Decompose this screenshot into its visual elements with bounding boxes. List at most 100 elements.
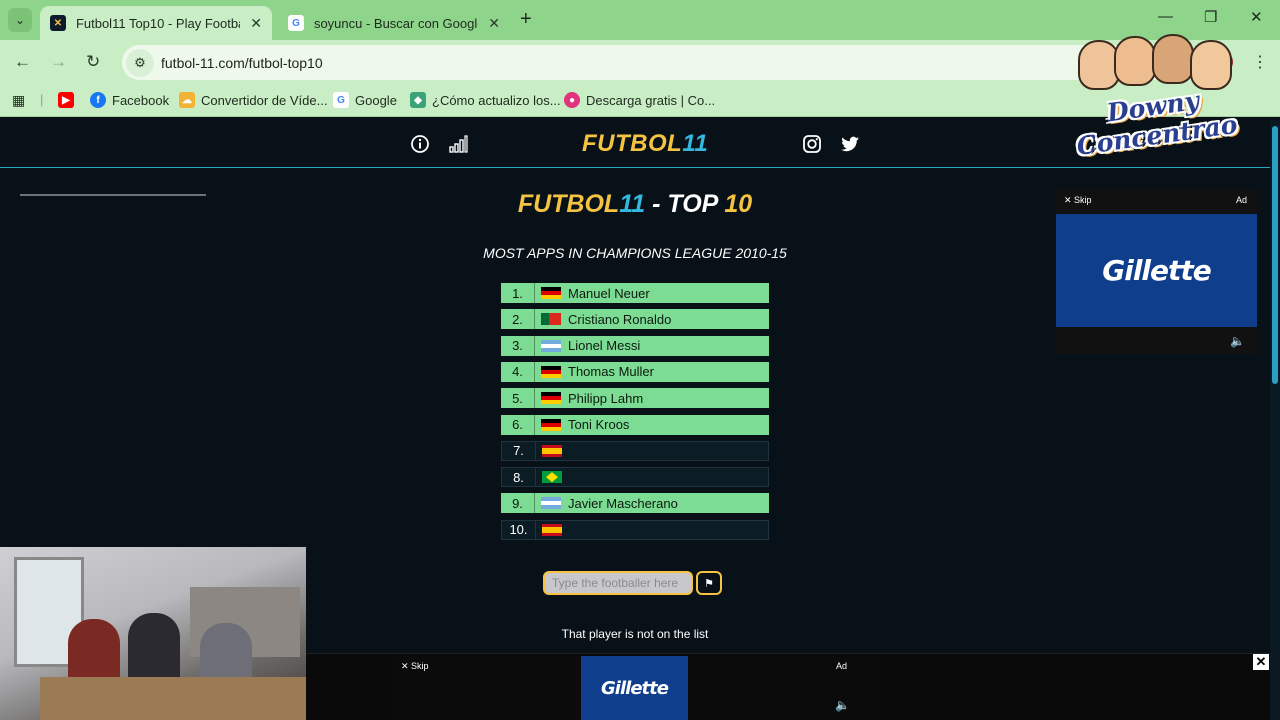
ad-skip-button[interactable]: ✕ Skip <box>1064 195 1092 206</box>
back-arrow-icon[interactable]: ← <box>14 52 31 72</box>
player-name: Cristiano Ronaldo <box>568 311 672 327</box>
ad-creative[interactable]: Gillette <box>581 656 688 720</box>
ranking-row: 4. Thomas Muller <box>501 361 769 382</box>
bookmark-facebook[interactable]: f Facebook <box>90 92 169 108</box>
tab-close-icon[interactable]: ✕ <box>488 15 500 32</box>
new-tab-button[interactable]: + <box>520 8 532 31</box>
country-flag-icon <box>542 523 562 536</box>
webcam-desk <box>40 677 306 720</box>
ranking-row: 1. Manuel Neuer <box>501 283 769 303</box>
give-up-flag-button[interactable]: ⚑ <box>696 571 722 595</box>
instagram-icon[interactable] <box>802 134 822 154</box>
player-name: Philipp Lahm <box>568 390 644 406</box>
cartoon-face <box>1114 36 1156 86</box>
url-text[interactable]: futbol-11.com/futbol-top10 <box>161 55 323 71</box>
logo-number: 11 <box>682 130 709 157</box>
twitter-icon[interactable] <box>840 134 860 154</box>
logo-main: FUTBOL <box>582 130 683 157</box>
streamer-logo: Downy Concentrao <box>1040 34 1270 161</box>
player-name: Javier Mascherano <box>568 495 678 511</box>
rank-number: 8. <box>502 468 536 487</box>
title-ten: 10 <box>724 190 753 218</box>
minimize-button[interactable]: — <box>1158 8 1173 25</box>
ad-brand-text: Gillette <box>601 677 669 699</box>
rank-number: 4. <box>501 361 535 382</box>
ranking-row: 3. Lionel Messi <box>501 335 769 356</box>
ad-close-icon[interactable]: ✕ <box>1253 654 1269 670</box>
forward-arrow-icon[interactable]: → <box>50 52 67 72</box>
google-favicon-icon: G <box>288 15 304 31</box>
scrollbar-thumb[interactable] <box>1272 126 1278 384</box>
ad-label: Ad <box>1235 195 1247 205</box>
webcam-overlay <box>0 547 306 720</box>
bookmark-actualizo[interactable]: ◆ ¿Cómo actualizo los... <box>410 92 561 108</box>
bookmark-descarga[interactable]: ● Descarga gratis | Co... <box>564 92 715 108</box>
rank-number: 7. <box>502 441 536 460</box>
facebook-icon: f <box>90 92 106 108</box>
tab-close-icon[interactable]: ✕ <box>250 15 262 32</box>
ranking-row: 8. <box>501 467 769 488</box>
ad-skip-label: Skip <box>411 661 429 671</box>
restore-button[interactable]: ❐ <box>1204 8 1217 26</box>
site-info-icon[interactable]: ⚙ <box>126 48 154 77</box>
bookmarks-divider: | <box>40 92 44 107</box>
rank-number: 6. <box>501 414 535 435</box>
google-icon: G <box>333 92 349 108</box>
bookmark-label: Convertidor de Víde... <box>201 92 328 108</box>
footballer-input[interactable] <box>543 571 693 595</box>
player-name: Manuel Neuer <box>568 285 650 301</box>
tab-title: soyuncu - Buscar con Google <box>313 15 479 31</box>
country-flag-icon <box>542 444 562 457</box>
bookmark-converter[interactable]: ☁ Convertidor de Víde... <box>179 92 327 108</box>
rank-number: 3. <box>501 335 535 356</box>
bookmark-label: Descarga gratis | Co... <box>586 92 716 108</box>
converter-icon: ☁ <box>179 92 195 108</box>
window-close-button[interactable]: ✕ <box>1250 8 1263 26</box>
apps-grid-icon[interactable]: ▦ <box>12 92 25 109</box>
player-name: Lionel Messi <box>568 338 641 354</box>
tab-search-button[interactable]: ⌄ <box>8 8 32 32</box>
download-icon: ● <box>564 92 580 108</box>
player-name: Toni Kroos <box>568 417 630 432</box>
cartoon-face <box>1152 34 1194 84</box>
ad-brand-text: Gillette <box>1102 254 1212 287</box>
country-flag-icon <box>542 471 562 484</box>
rank-number: 1. <box>501 283 535 303</box>
ranking-row: 5. Philipp Lahm <box>501 388 769 409</box>
ad-creative[interactable]: Gillette <box>1056 214 1257 327</box>
country-flag-icon <box>541 339 561 352</box>
ranking-row: 7. <box>501 440 769 461</box>
title-top: TOP <box>667 190 725 218</box>
ad-label: Ad <box>836 661 848 671</box>
bookmark-google[interactable]: G Google <box>333 92 397 108</box>
tab-google-search[interactable]: G soyuncu - Buscar con Google ✕ <box>278 6 510 40</box>
stats-icon[interactable] <box>448 134 468 154</box>
speaker-icon[interactable]: 🔈 <box>835 698 850 712</box>
ranking-row: 10. <box>501 519 769 540</box>
player-name: Thomas Muller <box>568 364 654 380</box>
bookmark-youtube[interactable]: ▶ <box>58 92 80 108</box>
futbol11-favicon-icon: ✕ <box>50 15 66 31</box>
tab-title: Futbol11 Top10 - Play Football <box>75 15 241 31</box>
tab-futbol11[interactable]: ✕ Futbol11 Top10 - Play Football ✕ <box>40 6 272 40</box>
bookmark-label: Google <box>355 92 397 108</box>
ranking-row: 2. Cristiano Ronaldo <box>501 309 769 330</box>
reload-icon[interactable]: ↻ <box>86 52 100 72</box>
info-icon[interactable] <box>410 134 430 154</box>
bookmark-label: Facebook <box>112 92 170 108</box>
bookmark-label: ¿Cómo actualizo los... <box>432 92 561 108</box>
address-bar[interactable]: ⚙ futbol-11.com/futbol-top10 <box>122 45 1192 80</box>
page-scrollbar[interactable] <box>1270 120 1280 720</box>
ad-skip-button[interactable]: ✕ Skip <box>401 661 429 672</box>
link-icon: ◆ <box>410 92 426 108</box>
rank-number: 5. <box>501 388 535 409</box>
country-flag-icon <box>541 418 561 431</box>
site-logo[interactable]: FUTBOL11 <box>582 130 708 158</box>
ranking-row: 6. Toni Kroos <box>501 414 769 435</box>
ranking-row: 9. Javier Mascherano <box>501 493 769 514</box>
rank-number: 10. <box>502 520 536 539</box>
speaker-icon[interactable]: 🔈 <box>1230 334 1245 348</box>
title-number: 11 <box>619 190 646 218</box>
country-flag-icon <box>541 392 561 405</box>
sidebar-ad: ✕ Skip Ad Gillette 🔈 <box>1056 189 1257 354</box>
